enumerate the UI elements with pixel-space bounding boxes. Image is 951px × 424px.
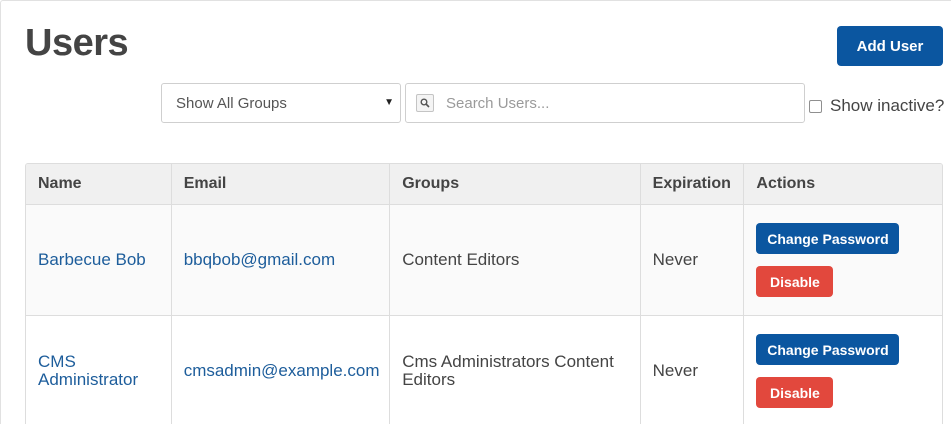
page-title: Users — [25, 22, 129, 64]
user-expiration: Never — [652, 361, 698, 380]
add-user-button[interactable]: Add User — [837, 26, 943, 66]
table-row: CMS Administrator cmsadmin@example.com C… — [26, 316, 942, 424]
disable-button[interactable]: Disable — [756, 377, 834, 408]
user-email-link[interactable]: bbqbob@gmail.com — [184, 251, 335, 269]
show-inactive-toggle[interactable]: Show inactive? — [809, 96, 944, 116]
disable-button[interactable]: Disable — [756, 266, 834, 297]
table-row: Barbecue Bob bbqbob@gmail.com Content Ed… — [26, 205, 942, 316]
column-header-groups: Groups — [390, 164, 641, 204]
row-actions: Change Password Disable — [744, 205, 942, 315]
change-password-button[interactable]: Change Password — [756, 223, 900, 254]
users-table: Name Email Groups Expiration Actions Bar… — [25, 163, 943, 424]
row-actions: Change Password Disable — [744, 316, 942, 424]
column-header-name: Name — [26, 164, 172, 204]
group-filter-value: Show All Groups — [176, 94, 287, 112]
user-name-link[interactable]: Barbecue Bob — [38, 251, 146, 269]
change-password-button[interactable]: Change Password — [756, 334, 900, 365]
search-box[interactable] — [405, 83, 805, 123]
column-header-expiration: Expiration — [641, 164, 745, 204]
user-expiration: Never — [652, 250, 698, 269]
group-filter-select[interactable]: Show All Groups ▼ — [161, 83, 401, 123]
caret-down-icon: ▼ — [384, 97, 394, 108]
search-icon — [416, 94, 434, 112]
user-name-link[interactable]: CMS Administrator — [38, 353, 163, 389]
user-groups: Cms Administrators Content Editors — [402, 352, 614, 389]
column-header-email: Email — [172, 164, 391, 204]
search-input[interactable] — [446, 94, 786, 112]
user-groups: Content Editors — [402, 250, 520, 269]
show-inactive-label: Show inactive? — [830, 96, 945, 115]
table-header: Name Email Groups Expiration Actions — [26, 164, 942, 205]
user-email-link[interactable]: cmsadmin@example.com — [184, 362, 380, 380]
column-header-actions: Actions — [756, 175, 816, 192]
show-inactive-checkbox[interactable] — [809, 99, 822, 113]
